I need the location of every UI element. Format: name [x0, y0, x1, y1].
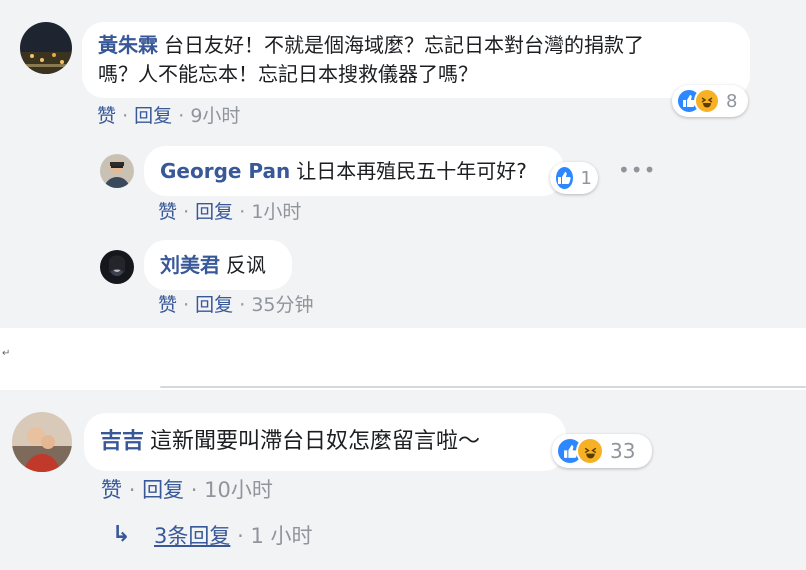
reply-link[interactable]: 回复	[142, 478, 184, 502]
reply-bubble: George Pan 让日本再殖民五十年可好?	[144, 146, 564, 196]
reply-text: 反讽	[226, 253, 266, 277]
timestamp[interactable]: 1小时	[251, 201, 301, 223]
avatar[interactable]	[100, 154, 134, 188]
reply-actions: 赞 · 回复 · 1小时	[158, 199, 301, 225]
reply-bubble: 刘美君 反讽	[144, 240, 292, 290]
separator: ·	[237, 524, 244, 548]
like-reaction-icon	[554, 165, 575, 191]
reaction-count: 8	[726, 90, 738, 112]
reaction-summary[interactable]: 8	[672, 85, 748, 117]
comment-author[interactable]: 吉吉	[100, 429, 144, 454]
reply-link[interactable]: 回复	[195, 201, 233, 223]
reaction-summary[interactable]: 1	[550, 162, 598, 194]
timestamp[interactable]: 9小时	[190, 105, 240, 127]
like-link[interactable]: 赞	[97, 105, 116, 127]
avatar[interactable]	[100, 250, 134, 284]
more-options-icon[interactable]: •••	[618, 158, 656, 182]
reply-text: 让日本再殖民五十年可好?	[296, 159, 527, 183]
reply-author[interactable]: 刘美君	[160, 253, 220, 277]
like-link[interactable]: 赞	[158, 294, 177, 316]
timestamp[interactable]: 35分钟	[251, 294, 313, 316]
reaction-count: 33	[610, 439, 636, 463]
reaction-summary[interactable]: 33	[552, 434, 652, 468]
divider	[160, 386, 806, 388]
comment-actions: 赞 · 回复 · 10小时	[101, 476, 273, 504]
separator: ·	[178, 105, 185, 127]
like-link[interactable]: 赞	[101, 478, 122, 502]
reply-actions: 赞 · 回复 · 35分钟	[158, 292, 314, 318]
comment-bubble: 吉吉 這新聞要叫滯台日奴怎麼留言啦～	[84, 413, 566, 471]
like-link[interactable]: 赞	[158, 201, 177, 223]
reaction-count: 1	[580, 167, 592, 189]
view-replies-row: 3条回复 · 1 小时	[154, 522, 312, 550]
timestamp[interactable]: 10小时	[204, 478, 273, 502]
avatar[interactable]	[12, 412, 72, 472]
timestamp[interactable]: 1 小时	[250, 524, 312, 548]
comment-text: 這新聞要叫滯台日奴怎麼留言啦～	[150, 429, 481, 454]
haha-reaction-icon	[576, 437, 604, 465]
reply-link[interactable]: 回复	[195, 294, 233, 316]
comment-author[interactable]: 黃朱霖	[98, 33, 158, 57]
separator: ·	[128, 478, 136, 502]
reply-arrow-icon: ↳	[112, 522, 131, 547]
return-mark: ↵	[2, 348, 11, 359]
comment-bubble: 黃朱霖 台日友好！不就是個海域麼？忘記日本對台灣的捐款了 嗎？人不能忘本！忘記日本…	[82, 22, 750, 98]
separator: ·	[122, 105, 129, 127]
comment-text-continued: 嗎？人不能忘本！忘記日本搜救儀器了嗎？	[98, 62, 478, 86]
reply-author[interactable]: George Pan	[160, 159, 290, 183]
separator: ·	[190, 478, 198, 502]
view-replies-link[interactable]: 3条回复	[154, 524, 230, 548]
separator: ·	[183, 294, 190, 316]
haha-reaction-icon	[694, 88, 720, 114]
page-gap	[0, 328, 806, 390]
avatar[interactable]	[20, 22, 72, 74]
comment-text: 台日友好！不就是個海域麼？忘記日本對台灣的捐款了	[164, 33, 644, 57]
separator: ·	[239, 201, 246, 223]
reply-link[interactable]: 回复	[134, 105, 172, 127]
comment-actions: 赞 · 回复 · 9小时	[97, 103, 240, 129]
separator: ·	[239, 294, 246, 316]
separator: ·	[183, 201, 190, 223]
